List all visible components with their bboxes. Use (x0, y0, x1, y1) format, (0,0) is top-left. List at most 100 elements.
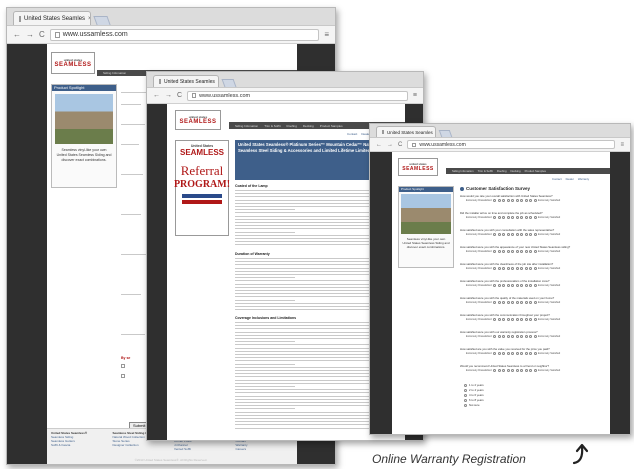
nav-siding[interactable]: Siding Infomation (452, 169, 474, 173)
rating-radio[interactable] (520, 267, 524, 270)
rating-radio[interactable] (511, 250, 515, 253)
rating-radio[interactable] (529, 301, 533, 304)
rating-radio[interactable] (493, 233, 497, 236)
rating-radio[interactable] (515, 369, 519, 372)
rating-radio[interactable] (511, 301, 515, 304)
rating-radio[interactable] (524, 369, 528, 372)
rating-radio[interactable] (520, 369, 524, 372)
referral-promo[interactable]: United States SEAMLESS Referral PROGRAM! (174, 140, 230, 236)
rating-radio[interactable] (533, 352, 537, 355)
rating-radio[interactable] (515, 335, 519, 338)
rating-radio[interactable] (497, 335, 501, 338)
rating-radio[interactable] (497, 301, 501, 304)
contact-link[interactable]: Contact (552, 177, 562, 181)
radio-option[interactable]: 1 to 2 years (464, 383, 484, 387)
rating-radio[interactable] (529, 369, 533, 372)
nav-siding[interactable]: Siding Infomation (103, 71, 126, 75)
browser-tab[interactable]: United States Seamles × (13, 11, 91, 25)
rating-radio[interactable] (497, 250, 501, 253)
rating-radio[interactable] (515, 318, 519, 321)
radio-option[interactable]: 2 to 4 years (464, 388, 484, 392)
close-icon[interactable]: × (88, 16, 90, 22)
nav-decking[interactable]: Decking (511, 169, 521, 173)
back-icon[interactable]: ← (376, 142, 382, 148)
rating-radio[interactable] (511, 267, 515, 270)
rating-radio[interactable] (524, 233, 528, 236)
rating-radio[interactable] (511, 369, 515, 372)
rating-radio[interactable] (497, 233, 501, 236)
reload-icon[interactable]: C (398, 142, 402, 148)
rating-radio[interactable] (493, 301, 497, 304)
nav-decking[interactable]: Decking (303, 124, 314, 128)
browser-tab[interactable]: United States Seamles × (376, 126, 436, 137)
rating-radio[interactable] (506, 267, 510, 270)
radio-circle[interactable] (464, 403, 467, 407)
rating-radio[interactable] (533, 233, 537, 236)
rating-radio[interactable] (524, 318, 528, 321)
rating-radio[interactable] (520, 250, 524, 253)
rating-radio[interactable] (524, 335, 528, 338)
forward-icon[interactable]: → (387, 142, 393, 148)
rating-radio[interactable] (524, 267, 528, 270)
url-field[interactable]: www.ussamless.com (187, 90, 408, 101)
new-tab-button[interactable] (221, 79, 237, 87)
rating-radio[interactable] (533, 335, 537, 338)
close-icon[interactable]: × (218, 79, 219, 85)
reload-icon[interactable]: C (177, 92, 182, 99)
rating-radio[interactable] (502, 233, 506, 236)
rating-radio[interactable] (497, 216, 501, 219)
rating-radio[interactable] (533, 301, 537, 304)
rating-radio[interactable] (506, 250, 510, 253)
rating-radio[interactable] (502, 199, 506, 202)
rating-radio[interactable] (497, 267, 501, 270)
footer-link[interactable]: Careers (236, 447, 294, 451)
rating-radio[interactable] (529, 318, 533, 321)
rating-radio[interactable] (497, 284, 501, 287)
rating-radio[interactable] (533, 284, 537, 287)
rating-radio[interactable] (502, 352, 506, 355)
rating-radio[interactable] (502, 369, 506, 372)
footer-link[interactable]: Soffit & Fascia (51, 443, 109, 447)
rating-radio[interactable] (497, 352, 501, 355)
rating-radio[interactable] (506, 216, 510, 219)
rating-radio[interactable] (506, 233, 510, 236)
rating-radio[interactable] (502, 335, 506, 338)
radio-circle[interactable] (464, 388, 467, 392)
new-tab-button[interactable] (438, 130, 453, 137)
rating-radio[interactable] (524, 199, 528, 202)
rating-radio[interactable] (511, 352, 515, 355)
radio-circle[interactable] (464, 398, 467, 402)
rating-radio[interactable] (515, 267, 519, 270)
rating-radio[interactable] (515, 199, 519, 202)
rating-radio[interactable] (520, 318, 524, 321)
rating-radio[interactable] (502, 318, 506, 321)
rating-radio[interactable] (529, 199, 533, 202)
rating-radio[interactable] (493, 352, 497, 355)
rating-radio[interactable] (529, 352, 533, 355)
rating-radio[interactable] (506, 284, 510, 287)
menu-icon[interactable]: ≡ (620, 142, 624, 148)
nav-trim[interactable]: Trim & Soffit (478, 169, 493, 173)
radio-option[interactable]: Not sure (464, 403, 480, 407)
rating-radio[interactable] (529, 250, 533, 253)
rating-radio[interactable] (515, 352, 519, 355)
rating-radio[interactable] (520, 301, 524, 304)
menu-icon[interactable]: ≡ (413, 92, 417, 99)
nav-roofing[interactable]: Roofing (497, 169, 507, 173)
rating-radio[interactable] (506, 369, 510, 372)
rating-radio[interactable] (493, 199, 497, 202)
rating-radio[interactable] (533, 267, 537, 270)
forward-icon[interactable]: → (26, 30, 34, 39)
rating-radio[interactable] (502, 301, 506, 304)
checkbox[interactable] (121, 374, 125, 378)
rating-radio[interactable] (520, 335, 524, 338)
rating-radio[interactable] (524, 352, 528, 355)
rating-radio[interactable] (497, 199, 501, 202)
rating-radio[interactable] (493, 250, 497, 253)
footer-link[interactable]: Designer Collection (113, 443, 171, 447)
rating-radio[interactable] (506, 318, 510, 321)
back-icon[interactable]: ← (153, 92, 160, 99)
rating-radio[interactable] (520, 284, 524, 287)
rating-radio[interactable] (502, 284, 506, 287)
nav-roofing[interactable]: Roofing (287, 124, 297, 128)
